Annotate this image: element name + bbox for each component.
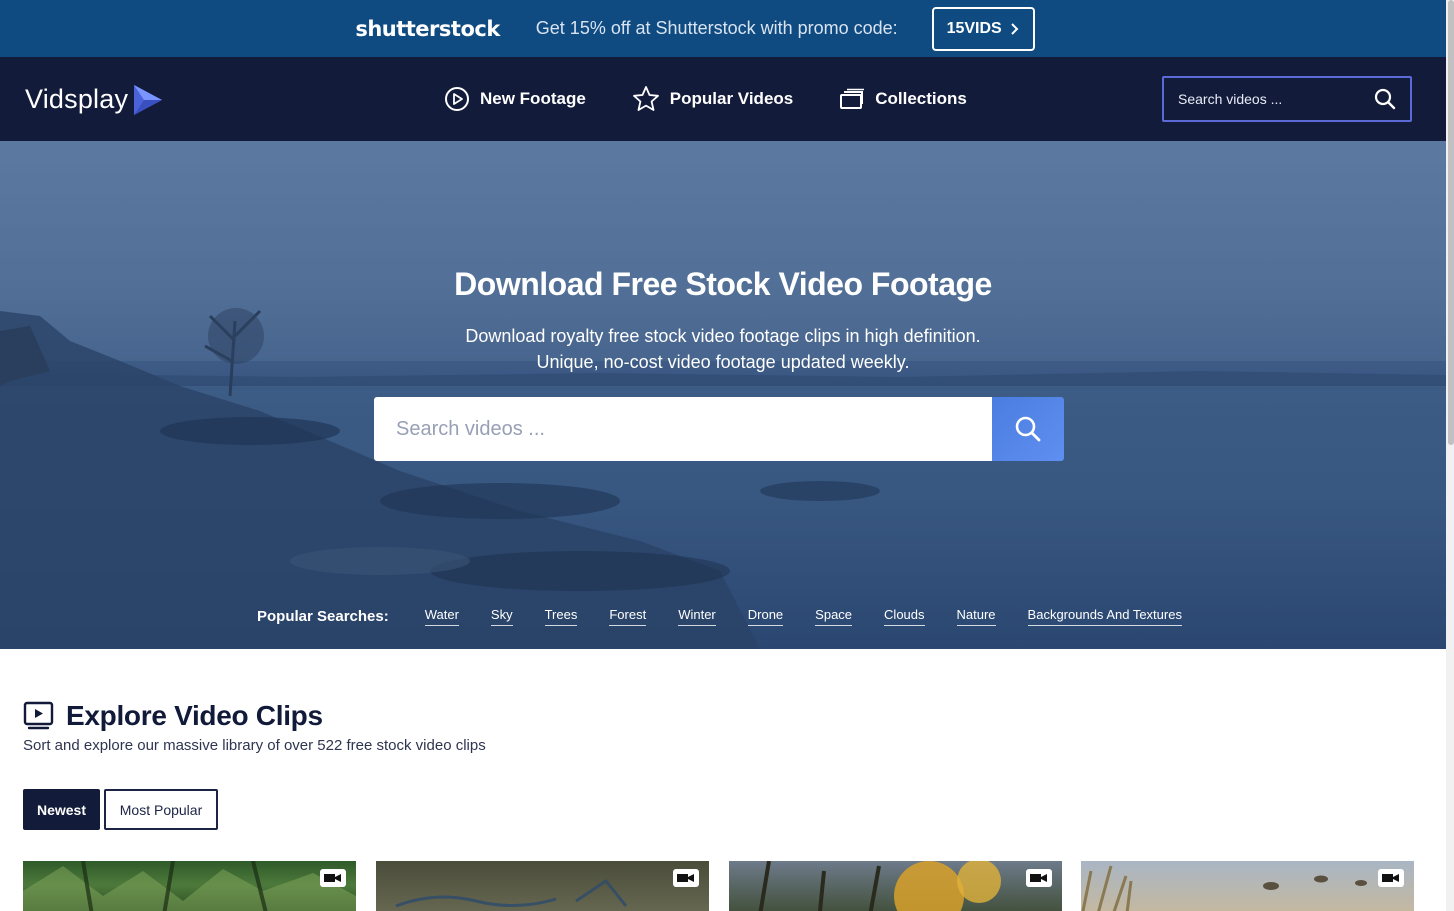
thumbnail-image	[1081, 865, 1367, 911]
hero-search-input[interactable]: Search videos ...	[374, 397, 992, 461]
hero-search: Search videos ...	[374, 397, 1064, 461]
site-header: Vidsplay New Footage Popular Videos Coll…	[0, 57, 1446, 141]
video-thumbnail[interactable]	[729, 861, 1062, 911]
popular-search-link[interactable]: Drone	[747, 607, 784, 626]
video-camera-icon	[673, 869, 699, 887]
shutterstock-logo[interactable]: shutterstock	[355, 17, 500, 41]
video-camera-icon	[1026, 869, 1052, 887]
video-thumbnail[interactable]	[1081, 861, 1414, 911]
popular-search-link[interactable]: Winter	[678, 607, 716, 626]
logo-text: Vidsplay	[25, 83, 129, 114]
page-scrollbar-thumb[interactable]	[1448, 0, 1454, 445]
popular-searches: Popular Searches: Water Sky Trees Forest…	[257, 607, 1214, 626]
explore-header: Explore Video Clips	[23, 700, 323, 732]
chevron-right-icon	[1011, 22, 1019, 35]
video-camera-icon	[1378, 869, 1404, 887]
sort-newest-button[interactable]: Newest	[23, 789, 100, 830]
promo-text: Get 15% off at Shutterstock with promo c…	[535, 18, 898, 38]
popular-searches-label: Popular Searches:	[257, 608, 389, 625]
thumbnail-image	[758, 861, 1001, 911]
nav-label: New Footage	[480, 88, 586, 108]
play-circle-icon	[445, 86, 469, 111]
popular-search-link[interactable]: Trees	[544, 607, 578, 626]
explore-subtitle: Sort and explore our massive library of …	[23, 737, 486, 754]
thumbnail-image	[23, 861, 356, 911]
hero-section: Download Free Stock Video Footage Downlo…	[0, 141, 1446, 649]
sort-most-popular-button[interactable]: Most Popular	[104, 789, 218, 830]
star-icon	[632, 86, 659, 111]
nav-new-footage[interactable]: New Footage	[444, 86, 586, 112]
popular-search-link[interactable]: Backgrounds And Textures	[1027, 607, 1182, 626]
search-icon	[1015, 416, 1041, 442]
hero-subtitle-line1: Download royalty free stock video footag…	[465, 326, 981, 346]
vidsplay-logo[interactable]: Vidsplay	[25, 81, 164, 117]
video-screen-icon	[23, 701, 54, 730]
popular-search-link[interactable]: Water	[424, 607, 459, 626]
sort-tabs: Newest Most Popular	[23, 789, 218, 830]
nav-popular-videos[interactable]: Popular Videos	[632, 85, 793, 112]
thumbnail-image	[395, 878, 628, 908]
header-search-input[interactable]: Search videos ...	[1162, 76, 1412, 122]
nav-label: Popular Videos	[669, 88, 794, 108]
hero-search-button[interactable]	[992, 397, 1064, 461]
collections-icon	[840, 88, 865, 109]
popular-search-link[interactable]: Clouds	[884, 607, 925, 626]
hero-subtitle-line2: Unique, no-cost video footage updated we…	[536, 352, 910, 372]
explore-title: Explore Video Clips	[66, 700, 323, 731]
popular-search-link[interactable]: Space	[815, 607, 853, 626]
video-thumbnail[interactable]	[23, 861, 356, 911]
hero-title: Download Free Stock Video Footage	[454, 266, 992, 302]
hero-search-placeholder: Search videos ...	[396, 417, 545, 440]
header-search-placeholder: Search videos ...	[1178, 91, 1283, 107]
promo-code-button[interactable]: 15VIDS	[931, 6, 1035, 51]
main-nav: New Footage Popular Videos Collections	[444, 85, 1013, 112]
nav-label: Collections	[875, 88, 967, 108]
video-thumbnail[interactable]	[376, 861, 709, 911]
popular-search-link[interactable]: Nature	[956, 607, 996, 626]
promo-code: 15VIDS	[946, 19, 1002, 37]
video-camera-icon	[320, 869, 346, 887]
hero-background-image	[0, 141, 1446, 649]
popular-search-link[interactable]: Forest	[609, 607, 647, 626]
search-icon[interactable]	[1374, 88, 1396, 110]
nav-collections[interactable]: Collections	[839, 88, 967, 110]
promo-bar: shutterstock Get 15% off at Shutterstock…	[0, 0, 1446, 57]
logo-play-icon	[134, 85, 163, 115]
popular-search-link[interactable]: Sky	[490, 607, 513, 626]
